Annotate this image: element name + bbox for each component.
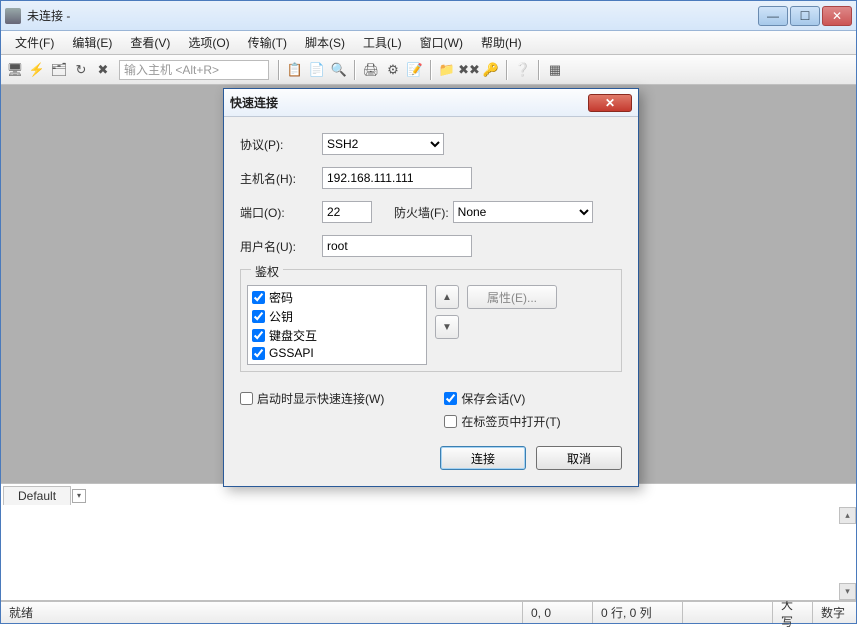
menu-tools[interactable]: 工具(L) xyxy=(355,31,410,54)
auth-checkbox-publickey[interactable] xyxy=(252,310,265,323)
protocol-select[interactable]: SSH2 xyxy=(322,133,444,155)
toggle-icon[interactable]: ▦ xyxy=(545,60,565,80)
auth-fieldset: 鉴权 密码 公钥 键盘交互 GSSAPI ▲ ▼ 属性(E)... xyxy=(240,269,622,372)
maximize-button[interactable]: ☐ xyxy=(790,6,820,26)
app-icon xyxy=(5,8,21,24)
separator-icon xyxy=(506,60,508,80)
statusbar: 就绪 0, 0 0 行, 0 列 大写 数字 xyxy=(1,601,856,623)
terminal-area[interactable]: ▴ ▾ xyxy=(1,507,856,601)
open-in-tab-checkbox[interactable]: 在标签页中打开(T) xyxy=(444,413,560,430)
scroll-up-icon[interactable]: ▴ xyxy=(839,507,856,524)
separator-icon xyxy=(354,60,356,80)
window-controls: — ☐ ✕ xyxy=(758,6,852,26)
status-pos: 0, 0 xyxy=(522,602,592,623)
auth-checkbox-gssapi[interactable] xyxy=(252,347,265,360)
find-icon[interactable]: 🔍 xyxy=(329,60,349,80)
properties-button[interactable]: 属性(E)... xyxy=(467,285,557,309)
connect-button[interactable]: 连接 xyxy=(440,446,526,470)
help-icon[interactable]: ❔ xyxy=(513,60,533,80)
menu-options[interactable]: 选项(O) xyxy=(180,31,237,54)
close-button[interactable]: ✕ xyxy=(822,6,852,26)
separator-icon xyxy=(538,60,540,80)
cancel-button[interactable]: 取消 xyxy=(536,446,622,470)
print-icon[interactable]: 🖨 xyxy=(361,60,381,80)
print-setup-icon[interactable]: ⚙ xyxy=(383,60,403,80)
show-on-start-checkbox[interactable]: 启动时显示快速连接(W) xyxy=(240,390,384,407)
window-title: 未连接 - xyxy=(27,7,758,24)
menu-window[interactable]: 窗口(W) xyxy=(412,31,471,54)
new-session-icon[interactable]: 🖥 xyxy=(5,60,25,80)
status-vt xyxy=(682,602,772,623)
auth-item-keyboard[interactable]: 键盘交互 xyxy=(250,326,424,345)
host-input[interactable] xyxy=(322,167,472,189)
username-input[interactable] xyxy=(322,235,472,257)
auth-checkbox-keyboard[interactable] xyxy=(252,329,265,342)
status-rows: 0 行, 0 列 xyxy=(592,602,682,623)
folder-icon[interactable]: 📁 xyxy=(437,60,457,80)
menu-help[interactable]: 帮助(H) xyxy=(473,31,530,54)
protocol-label: 协议(P): xyxy=(240,136,322,153)
tab-dropdown-icon[interactable]: ▾ xyxy=(72,489,86,503)
disconnect-icon[interactable]: ✖ xyxy=(93,60,113,80)
auth-checkbox-password[interactable] xyxy=(252,291,265,304)
scroll-down-icon[interactable]: ▾ xyxy=(839,583,856,600)
status-num: 数字 xyxy=(812,602,856,623)
menu-view[interactable]: 查看(V) xyxy=(122,31,178,54)
menu-script[interactable]: 脚本(S) xyxy=(297,31,353,54)
firewall-label: 防火墙(F): xyxy=(394,204,449,221)
firewall-select[interactable]: None xyxy=(453,201,593,223)
toolbar: 🖥 ⚡ 🗂 ↻ ✖ 输入主机 <Alt+R> 📋 📄 🔍 🖨 ⚙ 📝 📁 ✖✖ … xyxy=(1,55,856,85)
dialog-titlebar: 快速连接 ✕ xyxy=(224,89,638,117)
reconnect-icon[interactable]: ↻ xyxy=(71,60,91,80)
auth-item-password[interactable]: 密码 xyxy=(250,288,424,307)
port-label: 端口(O): xyxy=(240,204,322,221)
username-label: 用户名(U): xyxy=(240,238,322,255)
menu-transfer[interactable]: 传输(T) xyxy=(240,31,295,54)
session-manager-icon[interactable]: 🗂 xyxy=(49,60,69,80)
copy-icon[interactable]: 📋 xyxy=(285,60,305,80)
host-input[interactable]: 输入主机 <Alt+R> xyxy=(119,60,269,80)
dialog-title: 快速连接 xyxy=(230,94,588,111)
menubar: 文件(F) 编辑(E) 查看(V) 选项(O) 传输(T) 脚本(S) 工具(L… xyxy=(1,31,856,55)
titlebar: 未连接 - — ☐ ✕ xyxy=(1,1,856,31)
dialog-body: 协议(P): SSH2 主机名(H): 端口(O): 防火墙(F): None … xyxy=(224,117,638,486)
separator-icon xyxy=(278,60,280,80)
menu-edit[interactable]: 编辑(E) xyxy=(64,31,120,54)
status-caps: 大写 xyxy=(772,602,812,623)
auth-legend: 鉴权 xyxy=(251,263,283,280)
status-ready: 就绪 xyxy=(1,602,522,623)
port-input[interactable] xyxy=(322,201,372,223)
auth-item-publickey[interactable]: 公钥 xyxy=(250,307,424,326)
paste-icon[interactable]: 📄 xyxy=(307,60,327,80)
minimize-button[interactable]: — xyxy=(758,6,788,26)
auth-item-gssapi[interactable]: GSSAPI xyxy=(250,345,424,361)
key-icon[interactable]: 🔑 xyxy=(481,60,501,80)
host-label: 主机名(H): xyxy=(240,170,322,187)
quick-connect-icon[interactable]: ⚡ xyxy=(27,60,47,80)
settings-icon[interactable]: ✖✖ xyxy=(459,60,479,80)
tab-default[interactable]: Default xyxy=(3,486,71,505)
move-up-button[interactable]: ▲ xyxy=(435,285,459,309)
menu-file[interactable]: 文件(F) xyxy=(7,31,62,54)
separator-icon xyxy=(430,60,432,80)
dialog-close-button[interactable]: ✕ xyxy=(588,94,632,112)
quick-connect-dialog: 快速连接 ✕ 协议(P): SSH2 主机名(H): 端口(O): 防火墙(F)… xyxy=(223,88,639,487)
auth-list[interactable]: 密码 公钥 键盘交互 GSSAPI xyxy=(247,285,427,365)
move-down-button[interactable]: ▼ xyxy=(435,315,459,339)
save-session-checkbox[interactable]: 保存会话(V) xyxy=(444,390,560,407)
log-icon[interactable]: 📝 xyxy=(405,60,425,80)
